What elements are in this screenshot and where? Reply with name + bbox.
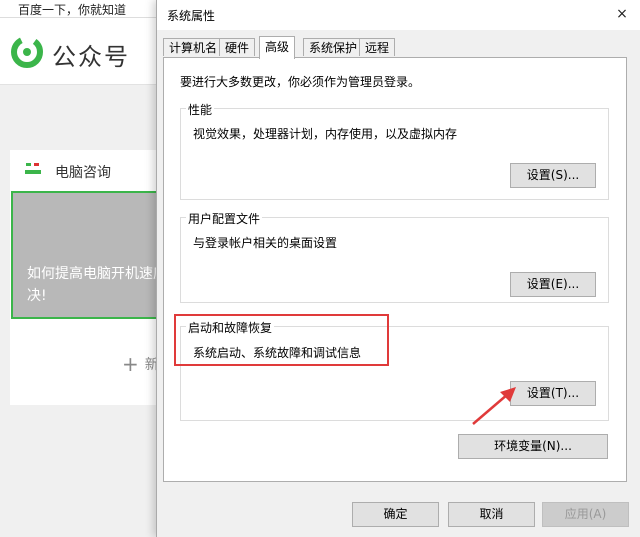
environment-variables-button[interactable]: 环境变量(N)... (458, 434, 608, 459)
tab-computer-name[interactable]: 计算机名 (163, 38, 223, 56)
wechat-logo-icon (10, 35, 44, 69)
performance-legend: 性能 (186, 101, 214, 118)
tab-system-protection[interactable]: 系统保护 (303, 38, 363, 56)
apply-button[interactable]: 应用(A) (542, 502, 629, 527)
logo-text: 公众号 (52, 37, 130, 72)
tab-remote[interactable]: 远程 (359, 38, 395, 56)
admin-note: 要进行大多数更改，你必须作为管理员登录。 (180, 73, 420, 90)
user-profiles-settings-button[interactable]: 设置(E)... (510, 272, 596, 297)
card-title: 电脑咨询 (55, 162, 111, 182)
tab-advanced[interactable]: 高级 (259, 36, 295, 59)
article-cover[interactable]: 如何提高电脑开机速度 决! (11, 191, 166, 319)
performance-settings-button[interactable]: 设置(S)... (510, 163, 596, 188)
new-article-button[interactable]: +新 (122, 352, 159, 376)
annotation-arrow-icon (470, 384, 520, 428)
account-avatar-icon (22, 158, 44, 180)
cancel-button[interactable]: 取消 (448, 502, 535, 527)
annotation-highlight-box (174, 314, 389, 366)
performance-group: 性能 视觉效果，处理器计划，内存使用，以及虚拟内存 设置(S)... (180, 108, 609, 200)
browser-tab-title[interactable]: 百度一下，你就知道 (18, 1, 126, 18)
tab-hardware[interactable]: 硬件 (219, 38, 255, 56)
user-profiles-legend: 用户配置文件 (186, 210, 262, 227)
article-title: 如何提高电脑开机速度 决! (27, 263, 167, 307)
startup-recovery-settings-button[interactable]: 设置(T)... (510, 381, 596, 406)
dialog-titlebar[interactable]: 系统属性 × (157, 0, 640, 30)
advanced-tab-panel: 要进行大多数更改，你必须作为管理员登录。 性能 视觉效果，处理器计划，内存使用，… (163, 57, 627, 482)
system-properties-dialog: 系统属性 × 计算机名 硬件 高级 系统保护 远程 要进行大多数更改，你必须作为… (156, 0, 640, 537)
close-icon[interactable]: × (609, 2, 635, 26)
user-profiles-description: 与登录帐户相关的桌面设置 (193, 234, 337, 251)
ok-button[interactable]: 确定 (352, 502, 439, 527)
plus-icon: + (122, 352, 139, 376)
user-profiles-group: 用户配置文件 与登录帐户相关的桌面设置 设置(E)... (180, 217, 609, 303)
performance-description: 视觉效果，处理器计划，内存使用，以及虚拟内存 (193, 125, 457, 142)
dialog-title: 系统属性 (167, 7, 215, 24)
